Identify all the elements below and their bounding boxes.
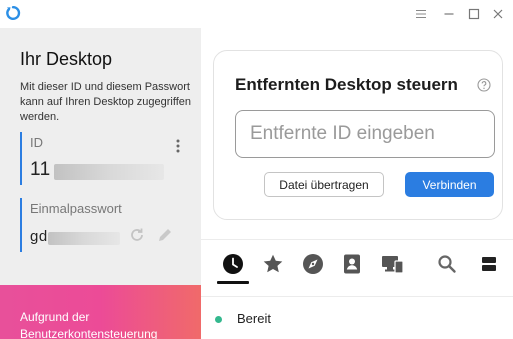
search-icon bbox=[437, 254, 457, 279]
status-text: Bereit bbox=[237, 311, 271, 326]
clock-icon bbox=[222, 253, 244, 280]
peer-tabs bbox=[201, 246, 513, 296]
tab-lan[interactable] bbox=[376, 246, 410, 286]
tab-recent[interactable] bbox=[216, 246, 250, 286]
section-divider bbox=[201, 239, 513, 240]
uac-banner-text: Aufgrund der Benutzerkontensteuerung bbox=[20, 310, 158, 339]
view-toggle-icon bbox=[480, 255, 498, 278]
view-toggle-button[interactable] bbox=[472, 246, 506, 286]
remote-control-card: Entfernten Desktop steuern Datei übertra… bbox=[213, 50, 503, 220]
app-logo-icon bbox=[5, 5, 21, 21]
tabs-divider bbox=[201, 296, 513, 297]
lan-devices-icon bbox=[381, 253, 405, 280]
edit-icon[interactable] bbox=[156, 226, 174, 244]
password-field: Einmalpasswort gd bbox=[20, 198, 186, 252]
title-bar bbox=[0, 0, 513, 28]
id-value-redacted bbox=[54, 164, 164, 180]
right-panel: Entfernten Desktop steuern Datei übertra… bbox=[201, 28, 513, 339]
refresh-icon[interactable] bbox=[128, 226, 146, 244]
close-icon[interactable] bbox=[489, 5, 507, 23]
id-field: ID 11 bbox=[20, 132, 186, 185]
tab-search[interactable] bbox=[430, 246, 464, 286]
left-panel-description: Mit dieser ID und diesem Passwort kann a… bbox=[20, 81, 192, 123]
password-label: Einmalpasswort bbox=[30, 201, 122, 216]
password-value[interactable]: gd bbox=[30, 228, 48, 245]
help-icon[interactable] bbox=[477, 78, 491, 92]
status-indicator-dot bbox=[215, 316, 222, 323]
more-vertical-icon[interactable] bbox=[173, 138, 183, 154]
star-icon bbox=[262, 253, 284, 280]
password-value-redacted bbox=[48, 232, 120, 245]
uac-banner[interactable]: Aufgrund der Benutzerkontensteuerung bbox=[0, 285, 201, 339]
remote-id-input[interactable] bbox=[235, 110, 495, 158]
address-book-icon bbox=[341, 253, 363, 280]
tab-favorites[interactable] bbox=[256, 246, 290, 286]
minimize-icon[interactable] bbox=[440, 5, 458, 23]
id-value[interactable]: 11 bbox=[30, 159, 51, 181]
compass-icon bbox=[302, 253, 324, 280]
tab-discovered[interactable] bbox=[296, 246, 330, 286]
maximize-icon[interactable] bbox=[465, 5, 483, 23]
tab-address-book[interactable] bbox=[335, 246, 369, 286]
menu-icon[interactable] bbox=[412, 5, 430, 23]
card-title: Entfernten Desktop steuern bbox=[235, 75, 458, 94]
transfer-file-button[interactable]: Datei übertragen bbox=[264, 172, 384, 197]
id-label: ID bbox=[30, 135, 43, 150]
connect-button[interactable]: Verbinden bbox=[405, 172, 494, 197]
left-panel-title: Ihr Desktop bbox=[20, 49, 113, 69]
